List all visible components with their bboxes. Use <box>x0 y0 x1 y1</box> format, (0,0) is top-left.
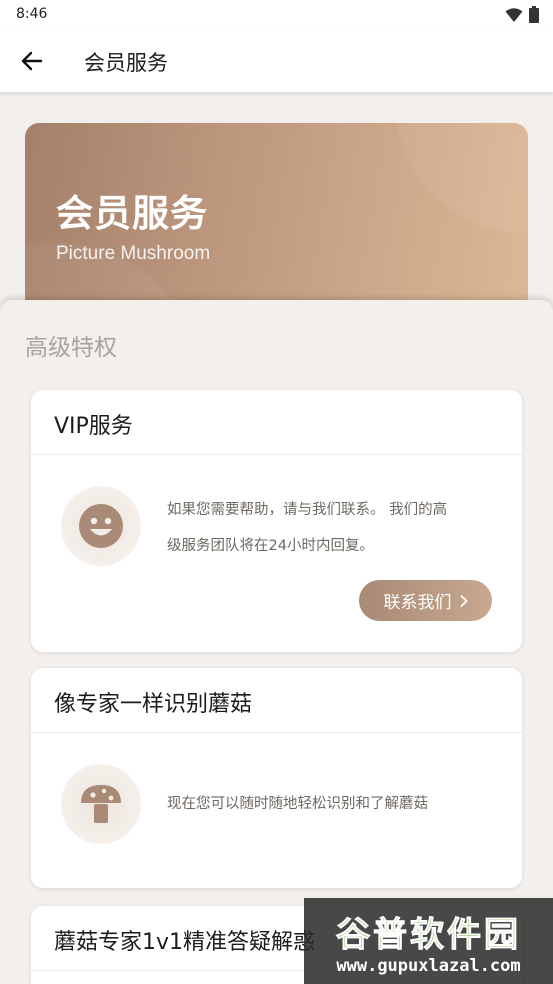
card-title: VIP服务 <box>54 414 133 439</box>
contact-us-label: 联系我们 <box>383 593 452 613</box>
card-title: 像专家一样识别蘑菇 <box>54 692 253 717</box>
card-divider <box>31 454 522 455</box>
status-icons <box>505 6 539 23</box>
app-bar: 会员服务 <box>0 30 553 92</box>
card-divider <box>31 732 522 733</box>
smiley-face-icon <box>79 504 123 548</box>
card-description-line: 级服务团队将在24小时内回复。 <box>167 538 374 554</box>
banner-subtitle: Picture Mushroom <box>56 243 211 264</box>
watermark-logo: 谷普软件园 www.gupuxlazal.com <box>304 898 553 984</box>
watermark-title: 谷普软件园 <box>336 914 521 955</box>
card-description-line: 现在您可以随时随地轻松识别和了解蘑菇 <box>167 796 428 812</box>
arrow-left-icon <box>21 51 43 71</box>
banner-title: 会员服务 <box>56 192 208 235</box>
contact-us-button[interactable]: 联系我们 <box>359 580 492 621</box>
battery-icon <box>529 6 539 23</box>
card-description: 现在您可以随时随地轻松识别和了解蘑菇 <box>167 786 497 822</box>
chevron-right-icon <box>460 594 468 607</box>
icon-badge <box>61 764 141 844</box>
wifi-icon <box>505 7 523 22</box>
identify-mushroom-card: 像专家一样识别蘑菇 现在您可以随时随地轻松识别和了解蘑菇 <box>31 668 522 888</box>
card-description-line: 如果您需要帮助，请与我们联系。 我们的高 <box>167 502 448 518</box>
banner-decoration <box>395 123 528 233</box>
card-title: 蘑菇专家1v1精准答疑解惑 <box>54 930 316 955</box>
status-time: 8:46 <box>16 6 48 22</box>
watermark-url: www.gupuxlazal.com <box>336 955 521 976</box>
membership-banner: 会员服务 Picture Mushroom <box>25 123 528 313</box>
page-title: 会员服务 <box>84 51 168 75</box>
section-title: 高级特权 <box>25 335 117 361</box>
mushroom-icon <box>81 785 121 823</box>
back-button[interactable] <box>14 44 50 78</box>
card-description: 如果您需要帮助，请与我们联系。 我们的高 级服务团队将在24小时内回复。 <box>167 492 497 564</box>
vip-service-card: VIP服务 如果您需要帮助，请与我们联系。 我们的高 级服务团队将在24小时内回… <box>31 390 522 652</box>
icon-badge <box>61 486 141 566</box>
status-bar: 8:46 <box>0 0 553 30</box>
